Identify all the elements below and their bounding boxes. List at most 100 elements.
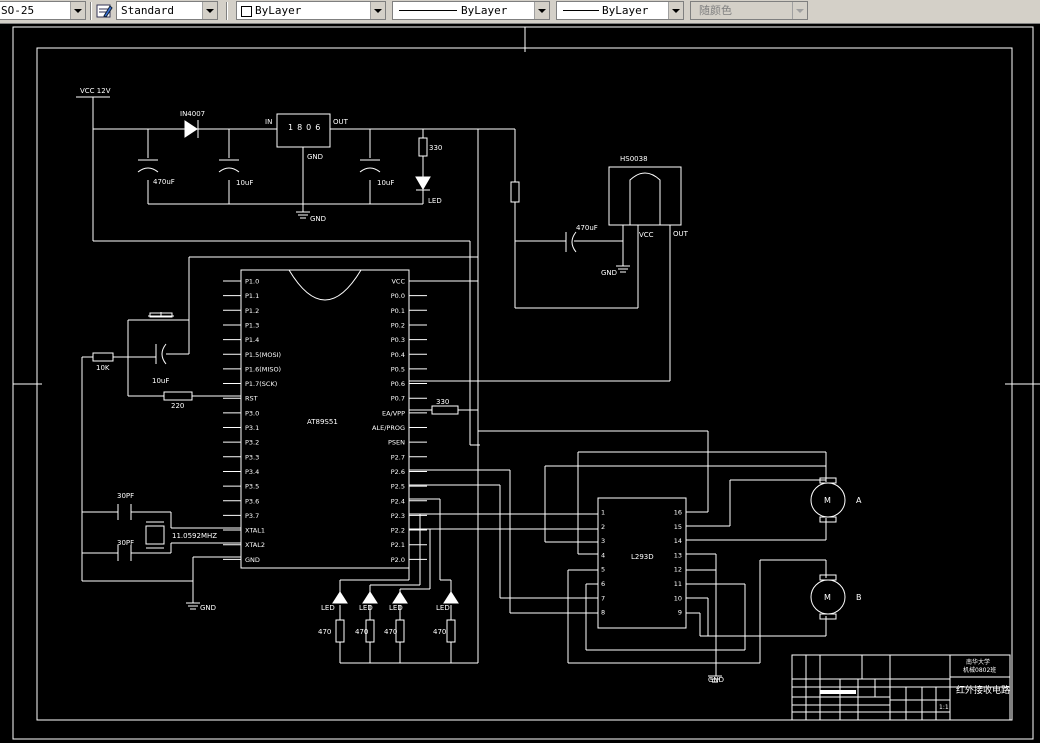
cap1-label: 470uF xyxy=(153,178,175,186)
mcu-right-pin-label: P0.1 xyxy=(391,307,405,315)
driver-right-pin-label: 10 xyxy=(674,594,682,602)
title-major: 机械0802班 xyxy=(963,666,996,674)
cap2-label: 10uF xyxy=(236,179,253,187)
driver-wiring xyxy=(409,430,827,676)
regulator-out-label: OUT xyxy=(333,118,349,126)
mcu-left-pin-label: P3.2 xyxy=(245,439,259,447)
driver-left-pin-label: 4 xyxy=(601,551,605,559)
textstyle-select[interactable]: Standard xyxy=(116,1,218,20)
mcu-right-pin-label: P2.7 xyxy=(391,453,405,461)
led1-label: LED xyxy=(321,604,335,612)
mcu-right-pin-label: P2.3 xyxy=(391,512,405,520)
linetype-value: ByLayer xyxy=(461,4,508,17)
driver-chip xyxy=(597,497,687,629)
mcu-right-pin-label: PSEN xyxy=(388,439,405,447)
sensor-gnd-label: GND xyxy=(601,269,617,277)
mcu-right-pin-label: P2.5 xyxy=(391,483,405,491)
crystal-caps xyxy=(117,504,132,561)
led4-res-label: 470 xyxy=(433,628,446,636)
ir-sensor-symbol xyxy=(608,166,682,226)
gnd-label: GND xyxy=(310,215,326,223)
toolbar-separator xyxy=(90,2,92,20)
crystal-symbol xyxy=(145,521,165,549)
linetype-sample xyxy=(399,10,457,11)
mcu-left-pin-label: P3.5 xyxy=(245,483,259,491)
lineweight-select[interactable]: ByLayer xyxy=(556,1,684,20)
motor-b-glyph: M xyxy=(824,593,831,602)
mcu-left-pin-label: P3.0 xyxy=(245,409,259,417)
sensor-cap-label: 470uF xyxy=(576,224,598,232)
mcu-right-pin-label: P2.6 xyxy=(391,468,405,476)
chevron-down-icon[interactable] xyxy=(70,2,85,19)
led3-res-label: 470 xyxy=(384,628,397,636)
driver-left-pin-label: 5 xyxy=(601,566,605,574)
layer-color-value: ByLayer xyxy=(255,4,302,17)
driver-right-pin-label: 12 xyxy=(674,566,682,574)
toolbar-separator xyxy=(226,2,228,20)
schematic-drawing: VCC 12V IN4007 1806 IN OUT GND 470uF 10u… xyxy=(12,26,1040,740)
plotstyle-select: 随颜色 xyxy=(690,1,808,20)
title-block-fill xyxy=(840,690,856,694)
resistor-symbol xyxy=(163,391,193,401)
driver-right-pin-label: 11 xyxy=(674,580,682,588)
mcu-right-pin-label: ALE/PROG xyxy=(372,424,405,432)
mcu-right-pin-label: P2.0 xyxy=(391,556,405,564)
chevron-down-icon[interactable] xyxy=(370,2,385,19)
mcu-left-pin-label: P3.3 xyxy=(245,453,259,461)
mcu-left-pin-label: RST xyxy=(245,395,258,403)
driver-pin-labels: 12345678161514131211109 xyxy=(601,509,682,617)
mcu-left-pin-label: P3.7 xyxy=(245,512,259,520)
led-resistor-label: 330 xyxy=(429,144,442,152)
mcu-left-pin-label: P3.6 xyxy=(245,497,259,505)
dimstyle-value: SO-25 xyxy=(1,4,35,17)
mcu-left-pin-label: GND xyxy=(245,556,260,564)
mcu-right-pin-label: P0.7 xyxy=(391,395,405,403)
properties-toolbar: SO-25 Standard ByLayer ByLayer ByLayer 随… xyxy=(0,0,1040,24)
mcu-label: AT89S51 xyxy=(307,418,338,426)
driver-right-pin-label: 9 xyxy=(678,609,682,617)
dimstyle-select[interactable]: SO-25 xyxy=(0,1,86,20)
driver-left-pin-label: 2 xyxy=(601,523,605,531)
driver-left-pin-label: 7 xyxy=(601,594,605,602)
drawing-canvas[interactable]: VCC 12V IN4007 1806 IN OUT GND 470uF 10u… xyxy=(0,23,1040,743)
crystal-cap2-label: 30PF xyxy=(117,539,134,547)
chevron-down-icon[interactable] xyxy=(202,2,217,19)
motor-a-label: A xyxy=(856,496,862,505)
text-style-icon[interactable] xyxy=(95,2,113,20)
mcu-notch xyxy=(288,269,362,301)
chevron-down-icon[interactable] xyxy=(534,2,549,19)
resistor-symbol xyxy=(418,137,428,157)
mcu-right-pin-label: P2.2 xyxy=(391,527,405,535)
driver-right-pin-label: 16 xyxy=(674,509,682,517)
mcu-right-pin-label: P0.6 xyxy=(391,380,405,388)
mcu-left-pin-label: P3.1 xyxy=(245,424,259,432)
mcu-wires xyxy=(81,256,478,603)
mcu-right-pin-label: P0.2 xyxy=(391,321,405,329)
title-drawing-name: 红外接收电路 xyxy=(956,684,1010,696)
mcu-left-pin-label: P1.6(MISO) xyxy=(245,365,281,373)
regulator-label: 1806 xyxy=(288,123,324,132)
linetype-select[interactable]: ByLayer xyxy=(392,1,550,20)
rst-resistor-label: 220 xyxy=(171,402,184,410)
mcu-right-pin-label: VCC xyxy=(391,278,405,286)
driver-left-pin-label: 1 xyxy=(601,509,605,517)
mcu-left-pin-label: XTAL2 xyxy=(245,541,265,549)
driver-label: L293D xyxy=(631,553,654,561)
rst-cap-label: 10uF xyxy=(152,377,169,385)
mcu-left-pin-label: P1.1 xyxy=(245,292,259,300)
mcu-right-pin-label: P2.1 xyxy=(391,541,405,549)
sensor-label: HS0038 xyxy=(620,155,648,163)
led2-res-label: 470 xyxy=(355,628,368,636)
sensor-vcc-label: VCC xyxy=(639,231,654,239)
resistor-symbol xyxy=(431,405,459,415)
pullup-resistor-label: 10K xyxy=(96,364,110,372)
mcu-right-pin-label: P0.0 xyxy=(391,292,405,300)
gnd-symbols xyxy=(186,211,722,683)
driver-gnd-label: GND xyxy=(708,676,724,684)
chevron-down-icon[interactable] xyxy=(668,2,683,19)
mcu-left-pin-label: P1.5(MOSI) xyxy=(245,351,281,359)
mcu-left-pin-label: P1.7(SCK) xyxy=(245,380,277,388)
textstyle-value: Standard xyxy=(121,4,174,17)
layer-color-select[interactable]: ByLayer xyxy=(236,1,386,20)
color-swatch-icon xyxy=(241,6,252,17)
